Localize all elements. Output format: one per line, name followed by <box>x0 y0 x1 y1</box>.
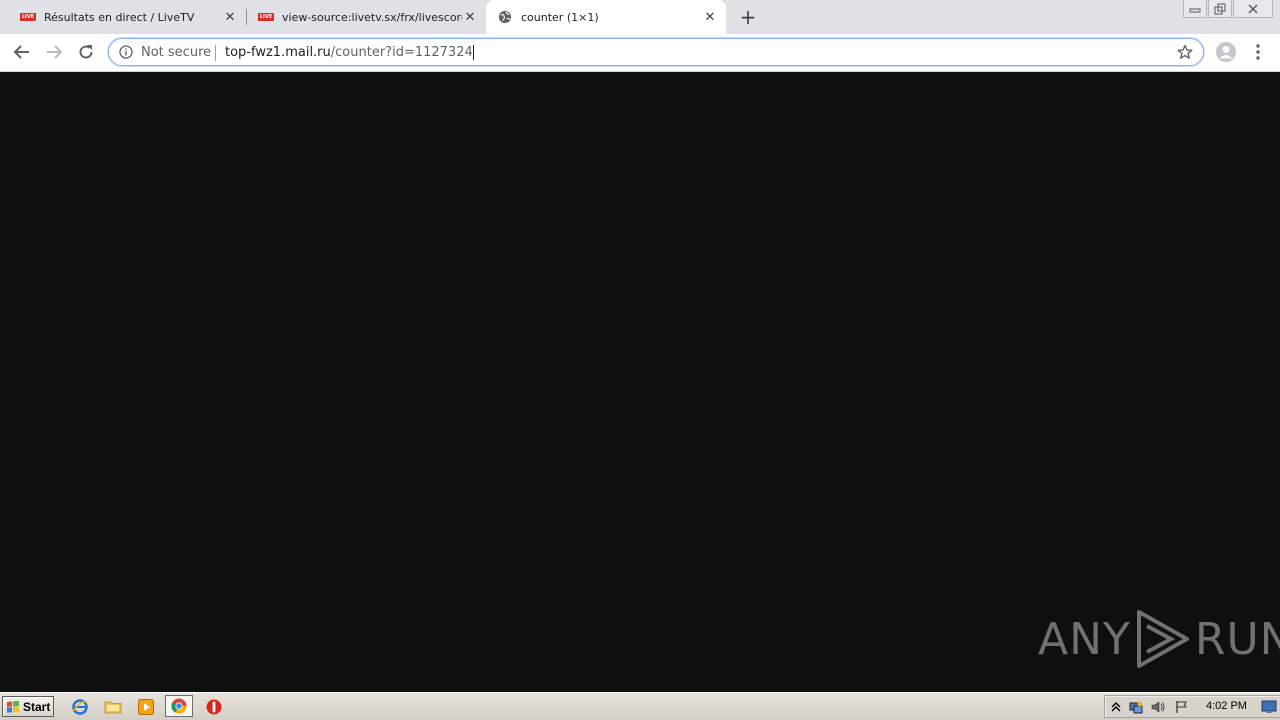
tab-title: counter (1×1) <box>521 10 599 24</box>
clock[interactable]: 4:02 PM <box>1206 700 1247 712</box>
tab-strip: LIVE Résultats en direct / LiveTV ✕ LIVE… <box>0 0 1280 34</box>
security-label: Not secure <box>141 45 212 60</box>
bookmark-star-icon[interactable] <box>1177 44 1193 60</box>
minimize-button[interactable] <box>1183 0 1207 18</box>
windows-logo-icon <box>7 700 19 713</box>
chrome-taskbar-button[interactable] <box>165 695 193 717</box>
tab-counter[interactable]: counter (1×1) ✕ <box>486 0 726 34</box>
play-logo-icon <box>1136 610 1189 668</box>
internet-explorer-icon[interactable] <box>71 698 89 716</box>
menu-dots-icon[interactable] <box>1250 42 1266 62</box>
profile-avatar-icon[interactable] <box>1215 41 1237 63</box>
browser-frame: LIVE Résultats en direct / LiveTV ✕ LIVE… <box>0 0 1280 72</box>
forward-arrow-icon <box>47 45 63 59</box>
new-tab-button[interactable]: + <box>736 6 760 28</box>
url-host: top-fwz1.mail.ru <box>225 45 331 60</box>
tab-separator <box>246 9 247 25</box>
folder-icon[interactable] <box>104 698 122 716</box>
stop-icon[interactable] <box>205 698 223 716</box>
close-icon <box>1248 4 1258 13</box>
restore-icon <box>1214 3 1226 14</box>
chrome-icon <box>171 698 187 714</box>
show-hidden-icons-icon[interactable] <box>1109 700 1123 714</box>
info-icon[interactable] <box>119 45 133 59</box>
watermark-right-text: RUN <box>1194 613 1280 665</box>
live-icon: LIVE <box>20 13 36 21</box>
tab-view-source[interactable]: LIVE view-source:livetv.sx/frx/livescore… <box>248 0 486 34</box>
forward-button[interactable] <box>42 40 66 64</box>
globe-icon <box>498 10 512 24</box>
minimize-icon <box>1189 8 1201 12</box>
tab-livetv-results[interactable]: LIVE Résultats en direct / LiveTV ✕ <box>0 0 246 34</box>
action-center-flag-icon[interactable] <box>1175 700 1189 714</box>
browser-toolbar: Not secure top-fwz1.mail.ru/counter?id=1… <box>0 34 1280 72</box>
anyrun-watermark: ANY RUN <box>1038 606 1280 672</box>
close-icon[interactable]: ✕ <box>462 9 478 25</box>
back-button[interactable] <box>10 40 34 64</box>
page-viewport <box>0 72 1280 692</box>
start-label: Start <box>23 699 51 714</box>
media-player-icon[interactable] <box>137 698 155 716</box>
close-icon[interactable]: ✕ <box>222 9 238 25</box>
url-path: /counter?id=1127324 <box>330 45 473 60</box>
reload-icon <box>79 45 93 59</box>
tab-title: view-source:livetv.sx/frx/livescore/ <box>282 10 462 24</box>
close-icon[interactable]: ✕ <box>702 9 718 25</box>
reload-button[interactable] <box>74 40 98 64</box>
watermark-left-text: ANY <box>1038 613 1131 665</box>
text-caret <box>472 45 474 60</box>
network-icon[interactable] <box>1129 700 1143 714</box>
start-button[interactable]: Start <box>2 696 54 717</box>
url-text[interactable]: top-fwz1.mail.ru/counter?id=1127324 <box>225 45 474 60</box>
address-bar[interactable]: Not secure top-fwz1.mail.ru/counter?id=1… <box>108 38 1204 66</box>
back-arrow-icon <box>13 45 29 59</box>
volume-icon[interactable] <box>1151 700 1165 714</box>
live-icon: LIVE <box>258 13 274 21</box>
window-close-button[interactable] <box>1233 0 1273 18</box>
windows-taskbar: Start 4:02 PM <box>0 692 1280 720</box>
restore-button[interactable] <box>1208 0 1232 18</box>
omnibox-divider <box>215 45 216 61</box>
show-desktop-icon[interactable] <box>1261 700 1277 714</box>
system-tray: 4:02 PM <box>1104 695 1280 718</box>
tab-title: Résultats en direct / LiveTV <box>44 10 195 24</box>
